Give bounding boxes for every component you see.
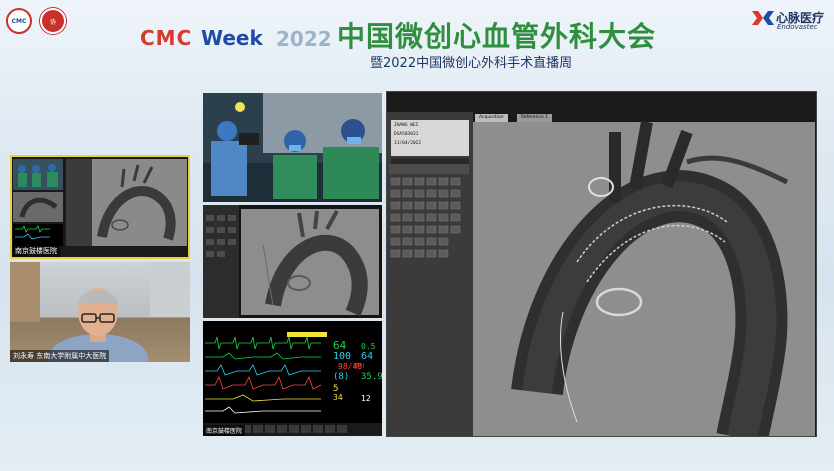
vital-05: 0.5 xyxy=(361,342,376,351)
brand-year: 2022 xyxy=(276,27,332,51)
cmc-logo-text: CMC xyxy=(11,17,27,25)
patient-vitals-monitor: 64 0.5 100 64 98/48 (8) 35.9 5 34 12 (64… xyxy=(203,321,382,436)
sponsor-logo-icon xyxy=(752,11,774,25)
operating-room-scene xyxy=(203,93,382,202)
participant-tile-hospital[interactable]: 南京鼓楼医院 xyxy=(10,155,190,259)
vital-pr: 64 xyxy=(361,351,374,362)
fluoroscopy-image xyxy=(203,205,382,318)
doctor-caption: 刘永寿 东南大学附属中大医院 xyxy=(10,350,110,362)
vital-spo2: 100 xyxy=(333,351,352,362)
brand-week: Week xyxy=(201,26,263,50)
tab-reference[interactable]: Reference 1 xyxy=(517,114,552,122)
vitals-waveforms xyxy=(203,321,382,436)
vital-etco2: 12 xyxy=(361,394,371,403)
angiography-workstation: ZHANG WEI DSA503031 11/04/2022 Acquisiti… xyxy=(386,91,817,437)
vital-nbp: (8) xyxy=(333,372,350,382)
vital-abp-mean: (64) xyxy=(353,363,366,369)
hospital-caption: 南京鼓楼医院 xyxy=(12,245,60,257)
association-logo-text: 协 xyxy=(49,18,56,26)
vital-temp: 35.9 xyxy=(361,372,382,382)
cmc-logo: CMC xyxy=(6,8,32,34)
association-logo: 协 xyxy=(40,8,66,34)
tab-acquisition[interactable]: Acquisition xyxy=(475,114,508,122)
angio-patient-info: ZHANG WEI DSA503031 11/04/2022 xyxy=(391,120,469,156)
operating-room-camera xyxy=(203,93,382,202)
hospital-feed-thumbnail xyxy=(12,157,188,257)
doctor-video-frame xyxy=(10,262,190,362)
event-title: 中国微创心血管外科大会 xyxy=(337,20,657,53)
vitals-caption: 南京鼓楼医院 xyxy=(203,425,246,436)
participant-tile-doctor[interactable]: 刘永寿 东南大学附属中大医院 xyxy=(10,262,190,362)
patient-id: DSA503031 xyxy=(394,132,419,137)
vital-resp: 34 xyxy=(333,393,343,402)
fluoroscopy-monitor xyxy=(203,205,382,318)
patient-name: ZHANG WEI xyxy=(394,123,419,128)
brand-cmc: CMC xyxy=(140,26,193,50)
event-subtitle: 暨2022中国微创心外科手术直播周 xyxy=(370,56,573,71)
sponsor-name-en: Endovastec xyxy=(777,23,818,31)
patient-date: 11/04/2022 xyxy=(394,141,422,146)
